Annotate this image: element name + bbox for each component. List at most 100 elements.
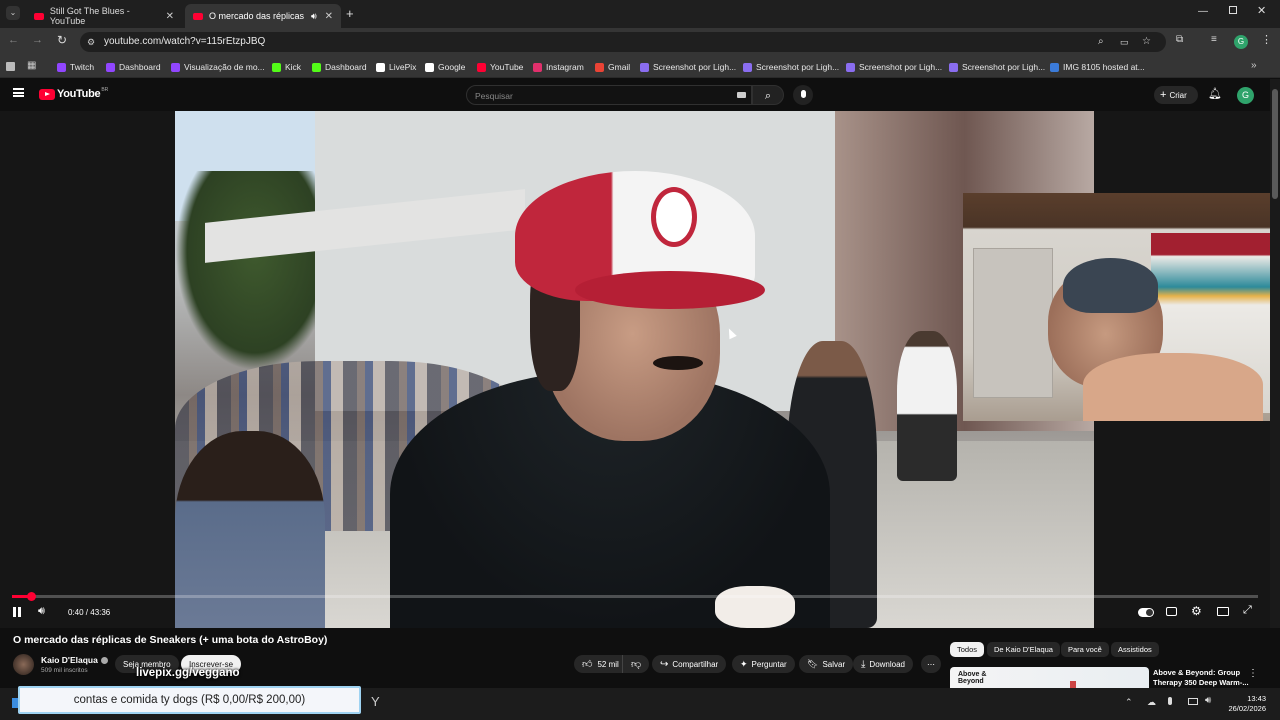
bookmark-item[interactable]: Visualização de mo...: [171, 60, 265, 74]
scrollbar-thumb[interactable]: [1272, 89, 1278, 199]
ask-label: Perguntar: [751, 659, 787, 669]
more-actions-button[interactable]: ⋯: [921, 655, 941, 673]
tab-o-mercado[interactable]: O mercado das réplicas de 🔊︎ ✕: [185, 4, 341, 28]
new-tab-button[interactable]: +: [346, 6, 354, 21]
chip-for-you[interactable]: Para você: [1061, 642, 1109, 657]
bookmark-item[interactable]: YouTube: [477, 60, 523, 74]
save-button[interactable]: 🔖︎ Salvar: [799, 655, 854, 673]
keyboard-icon[interactable]: [737, 92, 746, 98]
profile-avatar[interactable]: G: [1234, 35, 1248, 49]
fullscreen-icon[interactable]: ⤢: [1243, 604, 1252, 617]
cast-icon[interactable]: ▭: [1120, 32, 1129, 52]
recommendation-menu-icon[interactable]: ⋮: [1248, 668, 1258, 679]
extensions-icon[interactable]: ⧉: [1176, 34, 1183, 45]
chip-watched[interactable]: Assistidos: [1111, 642, 1159, 657]
more-bookmarks-icon[interactable]: »: [1251, 60, 1257, 71]
taskbar-date: 26/02/2026: [1228, 704, 1266, 713]
notifications-bell-icon[interactable]: 🔔︎: [1208, 87, 1222, 100]
bookmark-item[interactable]: IMG 8105 hosted at...: [1050, 60, 1145, 74]
progress-scrubber-handle[interactable]: [27, 592, 37, 601]
close-tab-icon[interactable]: ✕: [166, 11, 174, 22]
progress-bar[interactable]: [12, 592, 1258, 601]
like-button[interactable]: 👍︎ 52 mil: [574, 655, 625, 673]
site-info-icon[interactable]: ⚙: [87, 32, 95, 52]
bookmark-favicon-icon: [846, 62, 855, 72]
bookmark-item[interactable]: Screenshot por Ligh...: [743, 60, 839, 74]
recommendation-thumbnail[interactable]: Above & Beyond: [950, 667, 1149, 688]
voice-search-button[interactable]: [793, 85, 813, 105]
close-tab-icon[interactable]: ✕: [325, 11, 333, 22]
close-window-icon[interactable]: ✕: [1257, 4, 1266, 17]
channel-avatar[interactable]: [13, 654, 34, 675]
pause-button[interactable]: [12, 607, 22, 617]
tab-search-button[interactable]: ⌄: [6, 6, 20, 20]
tray-onedrive-icon[interactable]: ☁: [1147, 697, 1156, 708]
youtube-logo[interactable]: YouTube BR: [39, 87, 109, 100]
bookmark-item[interactable]: Dashboard: [106, 60, 161, 74]
back-icon[interactable]: ←: [8, 34, 19, 46]
chip-from-channel[interactable]: De Kaio D'Elaqua: [987, 642, 1060, 657]
tab-still-got-the-blues[interactable]: Still Got The Blues - YouTube ✕: [26, 4, 182, 28]
zoom-icon[interactable]: ⌕: [1098, 32, 1104, 52]
volume-button[interactable]: 🔊︎: [38, 605, 45, 618]
page-scrollbar[interactable]: [1270, 79, 1280, 688]
taskbar-clock[interactable]: 13:43 26/02/2026: [1222, 694, 1266, 714]
autoplay-toggle[interactable]: [1138, 608, 1154, 617]
search-button[interactable]: ⌕: [752, 85, 784, 105]
restore-window-icon[interactable]: [1229, 6, 1237, 14]
subtitles-icon[interactable]: [1166, 607, 1177, 616]
bookmark-item[interactable]: Dashboard: [312, 60, 367, 74]
bookmark-item[interactable]: Kick: [272, 60, 301, 74]
reload-icon[interactable]: ↻: [57, 33, 67, 47]
bookmark-favicon-icon: [595, 62, 604, 72]
tray-chevron-icon[interactable]: ⌃: [1125, 697, 1133, 708]
tray-display-icon[interactable]: [1188, 698, 1198, 705]
tray-volume-icon[interactable]: 🔊︎: [1205, 695, 1211, 706]
share-button[interactable]: ↪ Compartilhar: [652, 655, 727, 673]
bookmark-label: Screenshot por Ligh...: [756, 62, 840, 72]
country-code: BR: [101, 87, 109, 93]
address-bar[interactable]: ⚙ youtube.com/watch?v=115rEtzpJBQ ⌕ ▭ ☆: [80, 32, 1166, 52]
bookmark-item[interactable]: Instagram: [533, 60, 584, 74]
media-control-icon[interactable]: ≡: [1211, 34, 1217, 45]
bookmark-item[interactable]: Gmail: [595, 60, 630, 74]
bookmark-star-icon[interactable]: ☆: [1142, 32, 1151, 52]
audio-playing-icon[interactable]: 🔊︎: [311, 11, 317, 22]
url-text: youtube.com/watch?v=115rEtzpJBQ: [104, 36, 266, 47]
taskbar-app-icon[interactable]: Y: [371, 694, 380, 709]
apps-grid-icon[interactable]: ▦: [27, 60, 36, 71]
bookmark-item[interactable]: LivePix: [376, 60, 416, 74]
channel-name-text: Kaio D'Elaqua: [41, 655, 98, 665]
guide-menu-icon[interactable]: [13, 88, 24, 97]
bookmark-item[interactable]: Screenshot por Ligh...: [846, 60, 942, 74]
account-avatar[interactable]: G: [1237, 87, 1254, 104]
bookmark-item[interactable]: Screenshot por Ligh...: [640, 60, 736, 74]
create-button[interactable]: + Criar: [1154, 86, 1198, 104]
forward-icon[interactable]: →: [32, 34, 43, 46]
channel-name[interactable]: Kaio D'Elaqua: [41, 655, 108, 665]
like-count: 52 mil: [597, 659, 619, 669]
video-player[interactable]: 🔊︎ 0:40 / 43:36 ⚙ ⤢: [0, 111, 1270, 628]
donation-goal-overlay: contas e comida ty dogs (R$ 0,00/R$ 200,…: [18, 686, 361, 714]
recommendation-title[interactable]: Above & Beyond: Group Therapy 350 Deep W…: [1153, 668, 1249, 688]
video-frame[interactable]: [175, 111, 1094, 628]
theater-mode-icon[interactable]: [1217, 607, 1229, 616]
bookmark-page-icon[interactable]: [6, 62, 15, 71]
bookmark-favicon-icon: [171, 62, 180, 72]
bookmark-item[interactable]: Google: [425, 60, 465, 74]
download-button[interactable]: ⤓ Download: [853, 655, 913, 673]
autoplay-knob: [1146, 609, 1153, 616]
settings-gear-icon[interactable]: ⚙: [1191, 604, 1202, 618]
save-label: Salvar: [822, 659, 846, 669]
bookmark-item[interactable]: Screenshot por Ligh...: [949, 60, 1045, 74]
ask-button[interactable]: ✦ Perguntar: [732, 655, 795, 673]
moustache: [653, 356, 703, 370]
browser-menu-icon[interactable]: ⋮: [1261, 33, 1272, 46]
chip-all[interactable]: Todos: [950, 642, 985, 657]
dislike-button[interactable]: 👎︎: [622, 655, 650, 673]
bookmark-item[interactable]: Twitch: [57, 60, 94, 74]
minimize-window-icon[interactable]: —: [1198, 6, 1208, 17]
tray-microphone-icon[interactable]: [1168, 697, 1172, 705]
search-input[interactable]: Pesquisar: [466, 85, 752, 105]
verified-icon: [100, 656, 108, 664]
